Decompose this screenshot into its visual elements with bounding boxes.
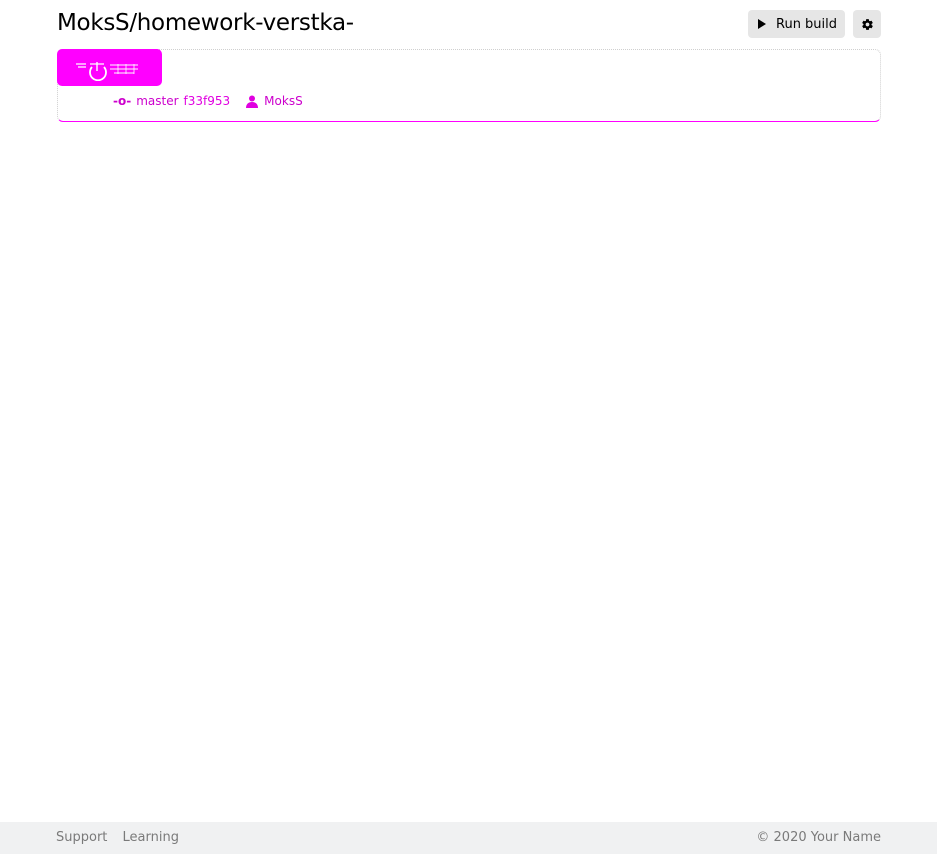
badge-glyph-icon bbox=[75, 61, 138, 81]
footer: Support Learning © 2020 Your Name bbox=[0, 822, 937, 854]
user-icon bbox=[246, 95, 259, 108]
branch-name: master bbox=[136, 94, 179, 108]
run-build-button[interactable]: Run build bbox=[748, 10, 845, 38]
commit-hash: f33f953 bbox=[183, 94, 231, 108]
settings-button[interactable] bbox=[853, 10, 881, 38]
gear-icon bbox=[861, 18, 873, 30]
build-meta: -o- master f33f953 MoksS bbox=[113, 94, 303, 108]
commit-author: MoksS bbox=[264, 94, 303, 108]
footer-link-learning[interactable]: Learning bbox=[123, 830, 179, 845]
footer-links: Support Learning bbox=[56, 830, 190, 845]
branch-icon: -o- bbox=[113, 94, 132, 108]
run-build-label: Run build bbox=[776, 16, 838, 32]
build-status-badge bbox=[57, 49, 162, 86]
footer-link-support[interactable]: Support bbox=[56, 830, 107, 845]
play-icon bbox=[758, 19, 766, 29]
header: MoksS/homework-verstka- Run build bbox=[57, 8, 881, 40]
page-title: MoksS/homework-verstka- bbox=[57, 10, 354, 36]
copyright: © 2020 Your Name bbox=[756, 830, 881, 845]
build-card[interactable]: -o- master f33f953 MoksS bbox=[57, 49, 881, 122]
page: MoksS/homework-verstka- Run build -o- ma… bbox=[0, 0, 937, 854]
